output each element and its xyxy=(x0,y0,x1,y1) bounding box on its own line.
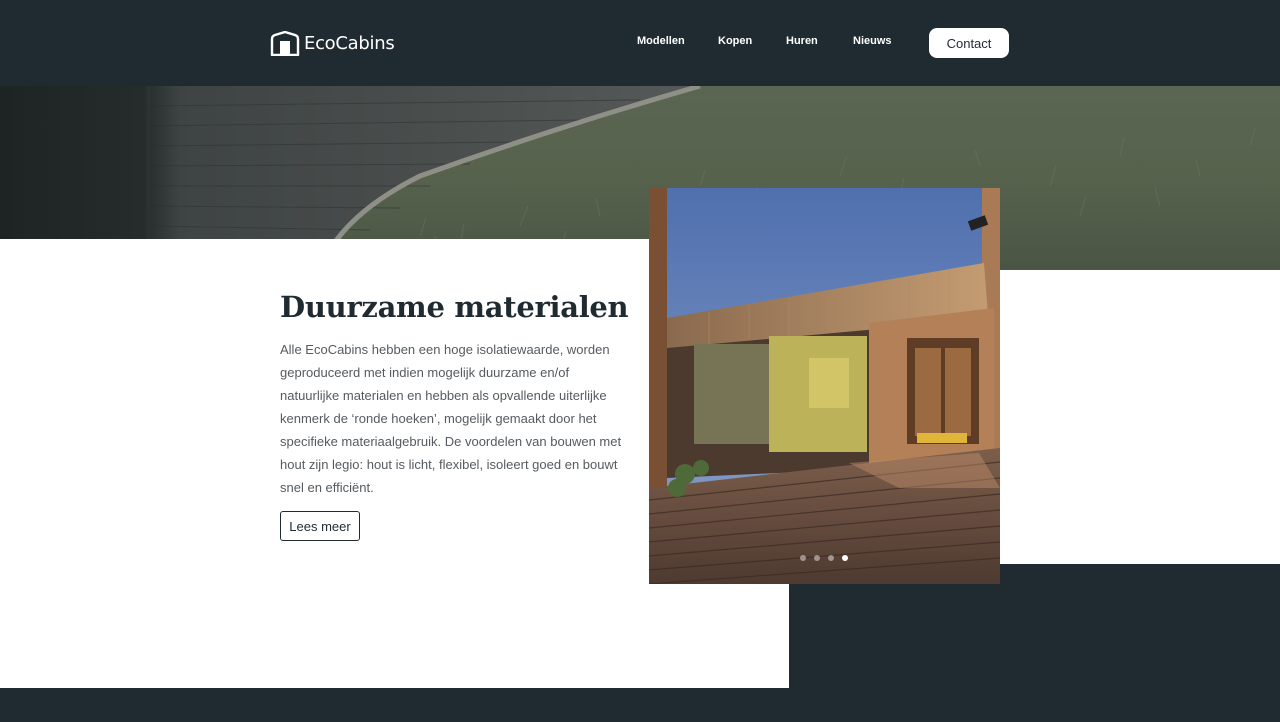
nav-item-huren[interactable]: Huren xyxy=(786,35,818,47)
read-more-button[interactable]: Lees meer xyxy=(280,511,360,541)
site-header: EcoCabins Modellen Kopen Huren Nieuws Co… xyxy=(0,0,1280,86)
contact-button[interactable]: Contact xyxy=(929,28,1009,58)
nav-item-nieuws[interactable]: Nieuws xyxy=(853,35,892,47)
cabin-photo xyxy=(649,188,1000,584)
cabin-logo-icon xyxy=(270,30,300,56)
carousel-dot-3[interactable] xyxy=(828,555,834,561)
nav-item-kopen[interactable]: Kopen xyxy=(718,35,752,47)
carousel-dot-1[interactable] xyxy=(800,555,806,561)
content-background-right xyxy=(1000,270,1280,564)
brand-name: EcoCabins xyxy=(304,32,395,54)
carousel-dot-4[interactable] xyxy=(842,555,848,561)
image-carousel[interactable] xyxy=(649,188,1000,584)
carousel-dots xyxy=(800,555,848,561)
section-body: Alle EcoCabins hebben een hoge isolatiew… xyxy=(280,342,622,495)
carousel-dot-2[interactable] xyxy=(814,555,820,561)
section-title: Duurzame materialen xyxy=(280,290,629,324)
nav-item-modellen[interactable]: Modellen xyxy=(637,35,685,47)
brand-logo[interactable]: EcoCabins xyxy=(270,30,395,56)
